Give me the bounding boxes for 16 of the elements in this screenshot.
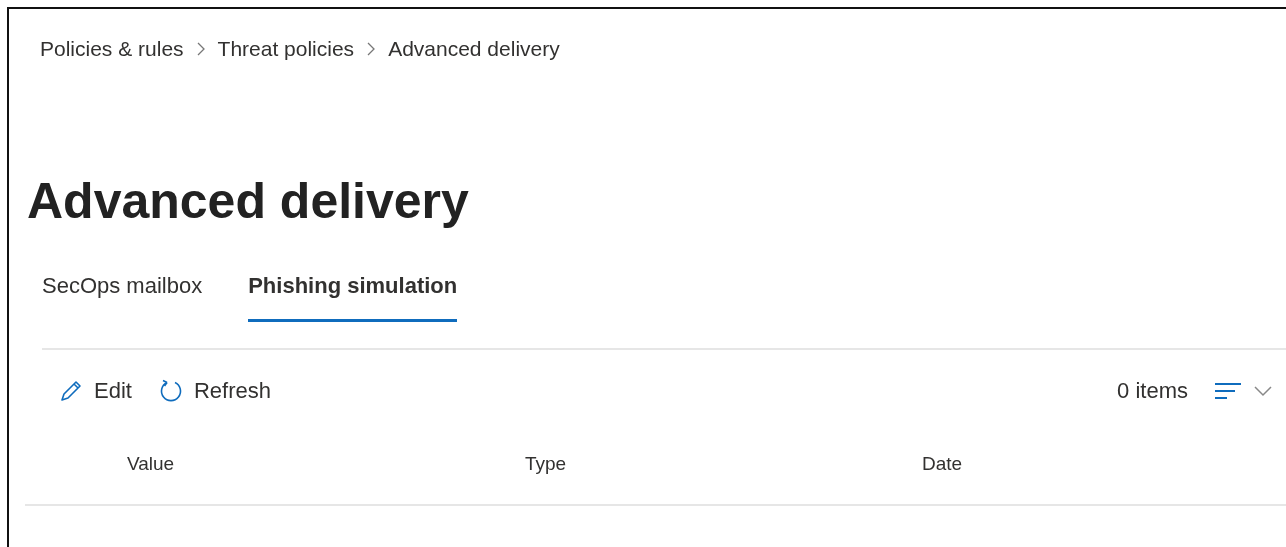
column-header[interactable]: Value — [127, 453, 525, 475]
tab[interactable]: SecOps mailbox — [42, 273, 203, 322]
page-title: Advanced delivery — [27, 172, 470, 231]
column-header[interactable]: Type — [525, 453, 922, 475]
breadcrumb-link[interactable]: Policies & rules — [40, 37, 184, 61]
chevron-icon — [195, 41, 206, 57]
edit-button[interactable]: Edit — [42, 378, 142, 404]
tab[interactable]: Phishing simulation — [248, 273, 458, 322]
caret-icon — [1254, 385, 1272, 397]
lines-icon — [1214, 381, 1242, 401]
column-header[interactable]: Date — [922, 453, 1222, 475]
item-count: 0 items — [1117, 378, 1188, 404]
refresh-button[interactable]: Refresh — [141, 378, 281, 404]
chevron-icon — [366, 41, 377, 57]
breadcrumb-link[interactable]: Threat policies — [217, 37, 355, 61]
pencil-icon — [58, 378, 84, 404]
